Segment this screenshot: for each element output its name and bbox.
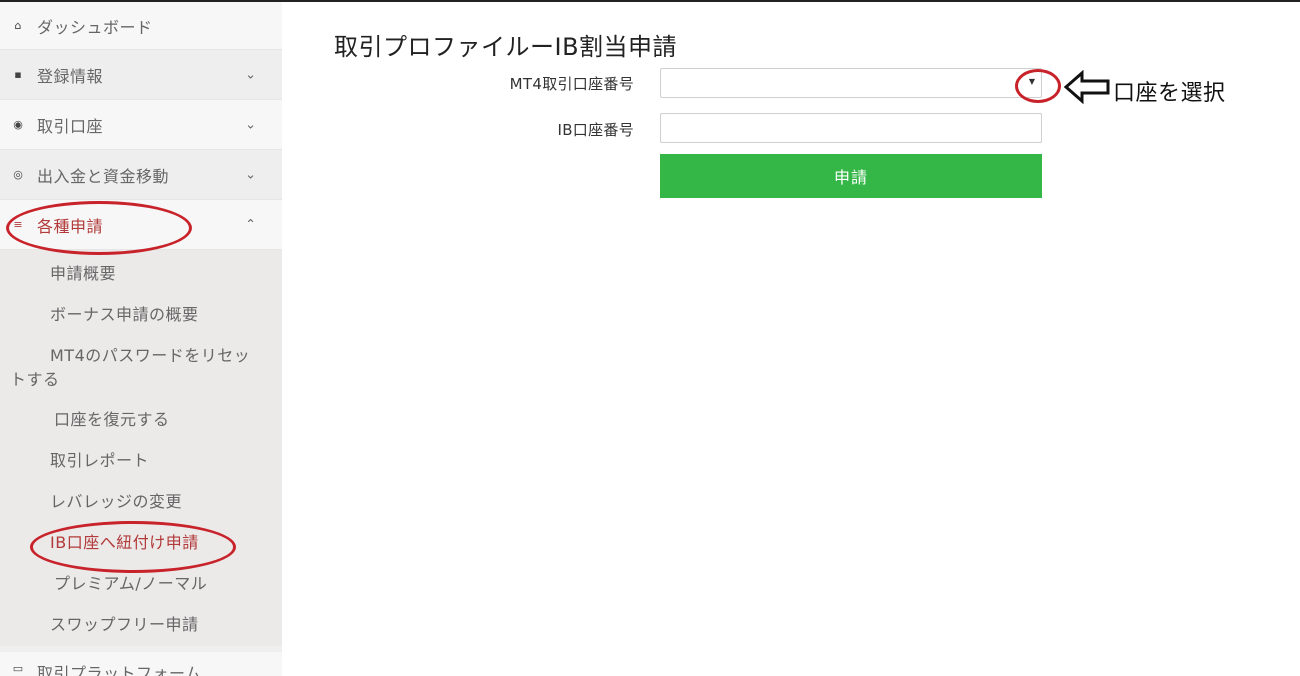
applications-submenu: 申請概要 ボーナス申請の概要 MT4のパスワードをリセッ トする 口座を復元する… xyxy=(0,250,282,646)
mt4-account-label: MT4取引口座番号 xyxy=(509,75,634,93)
chevron-down-icon: ⌄ xyxy=(245,67,256,82)
submenu-item-label-continued: トする xyxy=(10,370,60,389)
id-card-icon: ▪ xyxy=(14,68,22,81)
chevron-down-icon: ⌄ xyxy=(245,117,256,132)
submenu-item-trading-report[interactable]: 取引レポート xyxy=(0,441,282,482)
dropdown-arrow-icon[interactable]: ▼ xyxy=(1029,77,1035,86)
submenu-item-overview[interactable]: 申請概要 xyxy=(0,254,282,295)
submenu-item-swap-free[interactable]: スワップフリー申請 xyxy=(0,605,282,646)
ib-account-label: IB口座番号 xyxy=(557,121,634,139)
eye-icon: ◉ xyxy=(13,118,23,131)
sidebar-item-label: 登録情報 xyxy=(37,66,104,86)
sidebar-item-trading-platform[interactable]: ▭ 取引プラットフォーム xyxy=(0,652,282,676)
ib-account-input[interactable] xyxy=(660,113,1042,143)
sidebar-item-registration[interactable]: ▪ 登録情報 ⌄ xyxy=(0,50,282,100)
home-icon: ⌂ xyxy=(14,19,22,32)
submenu-item-reset-password[interactable]: MT4のパスワードをリセッ トする xyxy=(0,336,282,400)
sidebar-item-label: 取引プラットフォーム xyxy=(37,664,202,676)
submenu-item-label: MT4のパスワードをリセッ xyxy=(50,346,251,365)
sidebar-item-applications[interactable]: ≡ 各種申請 ⌃ xyxy=(0,200,282,250)
mt4-account-select[interactable]: ▼ xyxy=(660,68,1042,98)
sidebar-item-trading-accounts[interactable]: ◉ 取引口座 ⌄ xyxy=(0,100,282,150)
submenu-item-leverage-change[interactable]: レバレッジの変更 xyxy=(0,482,282,523)
main-content: 取引プロファイルーIB割当申請 MT4取引口座番号 ▼ IB口座番号 申請 口座… xyxy=(282,2,1300,676)
list-icon: ≡ xyxy=(13,218,23,231)
chevron-up-icon: ⌃ xyxy=(245,217,256,232)
sidebar: ⌂ ダッシュボード ▪ 登録情報 ⌄ ◉ 取引口座 ⌄ ◎ 出入金と資金移動 ⌄… xyxy=(0,2,282,676)
coin-icon: ◎ xyxy=(13,168,23,181)
sidebar-item-label: 取引口座 xyxy=(37,116,104,136)
submenu-item-bonus-overview[interactable]: ボーナス申請の概要 xyxy=(0,295,282,336)
sidebar-item-label: 出入金と資金移動 xyxy=(37,166,170,186)
platform-icon: ▭ xyxy=(12,661,24,675)
annotation-arrow-icon xyxy=(1064,70,1110,104)
submenu-item-premium-normal[interactable]: プレミアム/ノーマル xyxy=(0,564,282,605)
sidebar-item-label: ダッシュボード xyxy=(37,17,153,37)
submit-button[interactable]: 申請 xyxy=(660,154,1042,198)
submenu-item-restore-account[interactable]: 口座を復元する xyxy=(0,400,282,441)
submenu-item-ib-link[interactable]: IB口座へ紐付け申請 xyxy=(0,523,282,564)
sidebar-item-label: 各種申請 xyxy=(37,216,104,236)
annotation-callout: 口座を選択 xyxy=(1113,81,1226,106)
sidebar-item-deposits[interactable]: ◎ 出入金と資金移動 ⌄ xyxy=(0,150,282,200)
sidebar-item-dashboard[interactable]: ⌂ ダッシュボード xyxy=(0,2,282,50)
chevron-down-icon: ⌄ xyxy=(245,167,256,182)
page-title: 取引プロファイルーIB割当申請 xyxy=(334,33,678,61)
